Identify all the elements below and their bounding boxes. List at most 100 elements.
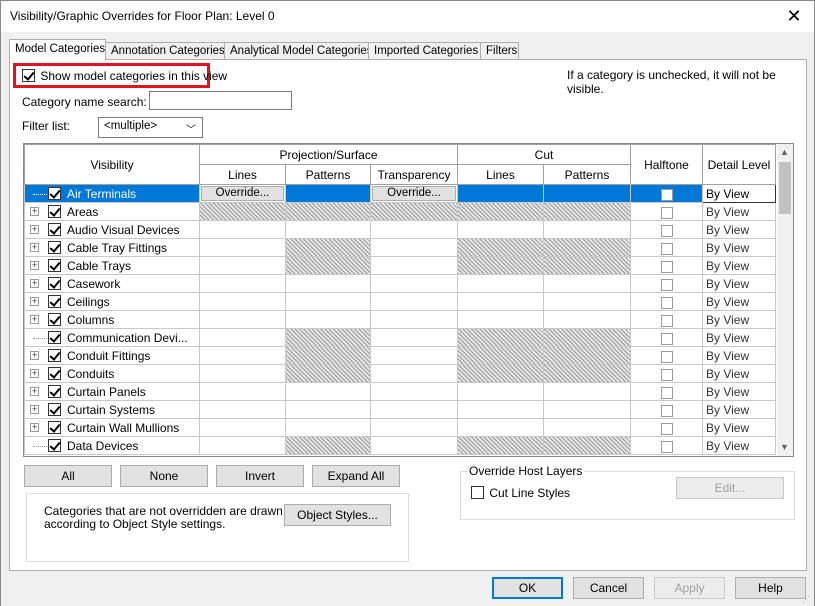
expand-icon[interactable]: +: [30, 369, 39, 378]
projection-lines-cell[interactable]: [199, 256, 286, 275]
expand-icon[interactable]: +: [30, 315, 39, 324]
table-row[interactable]: Communication Devi... By View: [24, 328, 776, 347]
cut-lines-cell[interactable]: [457, 220, 544, 239]
scroll-down-icon[interactable]: ▼: [780, 442, 789, 452]
tab-imported-categories[interactable]: Imported Categories: [368, 42, 481, 60]
projection-patterns-cell[interactable]: [285, 238, 371, 257]
table-row[interactable]: + Casework By View: [24, 274, 776, 293]
projection-patterns-cell[interactable]: [285, 256, 371, 275]
detail-level-cell[interactable]: By View: [702, 346, 776, 365]
projection-lines-cell[interactable]: [199, 364, 286, 383]
visibility-cell[interactable]: + Casework: [24, 274, 200, 293]
scrollbar-thumb[interactable]: [779, 162, 791, 214]
halftone-checkbox[interactable]: [660, 404, 673, 417]
halftone-cell[interactable]: [630, 346, 703, 365]
transparency-cell[interactable]: [370, 256, 458, 275]
transparency-cell[interactable]: [370, 292, 458, 311]
visibility-cell[interactable]: + Curtain Systems: [24, 400, 200, 419]
visibility-cell[interactable]: + Curtain Wall Mullions: [24, 418, 200, 437]
cut-lines-cell[interactable]: [457, 274, 544, 293]
table-row[interactable]: + Conduits By View: [24, 364, 776, 383]
halftone-cell[interactable]: [630, 328, 703, 347]
ok-button[interactable]: OK: [492, 577, 563, 599]
projection-patterns-cell[interactable]: [285, 346, 371, 365]
category-search-input[interactable]: [149, 91, 292, 110]
cut-lines-cell[interactable]: [457, 238, 544, 257]
expand-icon[interactable]: +: [30, 423, 39, 432]
cut-patterns-cell[interactable]: [543, 202, 631, 221]
halftone-checkbox[interactable]: [660, 224, 673, 237]
detail-level-cell[interactable]: By View: [702, 292, 776, 311]
detail-level-cell[interactable]: By View: [702, 382, 776, 401]
table-row[interactable]: Data Devices By View: [24, 436, 776, 455]
cut-lines-cell[interactable]: [457, 256, 544, 275]
projection-lines-cell[interactable]: [199, 274, 286, 293]
transparency-cell[interactable]: [370, 364, 458, 383]
detail-level-cell[interactable]: By View: [702, 184, 776, 203]
cut-patterns-cell[interactable]: [543, 400, 631, 419]
visibility-cell[interactable]: + Areas: [24, 202, 200, 221]
cut-line-styles-row[interactable]: Cut Line Styles: [471, 485, 570, 500]
cancel-button[interactable]: Cancel: [573, 577, 644, 599]
override-button[interactable]: Override...: [372, 186, 456, 201]
halftone-checkbox[interactable]: [660, 296, 673, 309]
halftone-cell[interactable]: [630, 292, 703, 311]
halftone-checkbox[interactable]: [660, 188, 673, 201]
table-row[interactable]: + Audio Visual Devices By View: [24, 220, 776, 239]
filter-list-select[interactable]: <multiple> ﹀: [98, 117, 203, 138]
transparency-cell[interactable]: [370, 328, 458, 347]
halftone-checkbox[interactable]: [660, 386, 673, 399]
expand-icon[interactable]: +: [30, 243, 39, 252]
edit-button[interactable]: Edit...: [676, 477, 784, 499]
cut-lines-cell[interactable]: [457, 436, 544, 455]
table-row[interactable]: + Areas By View: [24, 202, 776, 221]
transparency-cell[interactable]: [370, 310, 458, 329]
invert-button[interactable]: Invert: [216, 465, 304, 487]
projection-patterns-cell[interactable]: [285, 364, 371, 383]
projection-patterns-cell[interactable]: [285, 274, 371, 293]
transparency-cell[interactable]: [370, 418, 458, 437]
projection-patterns-cell[interactable]: [285, 310, 371, 329]
halftone-checkbox[interactable]: [660, 422, 673, 435]
cut-patterns-cell[interactable]: [543, 184, 631, 203]
expand-icon[interactable]: +: [30, 405, 39, 414]
category-visible-checkbox[interactable]: [48, 313, 61, 326]
projection-lines-cell[interactable]: [199, 238, 286, 257]
projection-lines-cell[interactable]: [199, 292, 286, 311]
category-visible-checkbox[interactable]: [48, 223, 61, 236]
halftone-cell[interactable]: [630, 220, 703, 239]
transparency-cell[interactable]: [370, 274, 458, 293]
scroll-up-icon[interactable]: ▲: [780, 147, 789, 157]
cut-lines-cell[interactable]: [457, 400, 544, 419]
transparency-cell[interactable]: [370, 382, 458, 401]
detail-level-cell[interactable]: By View: [702, 436, 776, 455]
expand-icon[interactable]: +: [30, 207, 39, 216]
projection-patterns-cell[interactable]: [285, 328, 371, 347]
halftone-checkbox[interactable]: [660, 278, 673, 291]
table-row[interactable]: + Curtain Wall Mullions By View: [24, 418, 776, 437]
category-visible-checkbox[interactable]: [48, 259, 61, 272]
visibility-cell[interactable]: + Cable Trays: [24, 256, 200, 275]
visibility-cell[interactable]: + Ceilings: [24, 292, 200, 311]
projection-patterns-cell[interactable]: [285, 184, 371, 203]
category-visible-checkbox[interactable]: [48, 421, 61, 434]
detail-level-cell[interactable]: By View: [702, 310, 776, 329]
expand-icon[interactable]: +: [30, 297, 39, 306]
cut-patterns-cell[interactable]: [543, 418, 631, 437]
projection-lines-cell[interactable]: [199, 328, 286, 347]
transparency-cell[interactable]: Override...: [370, 184, 458, 203]
projection-lines-cell[interactable]: [199, 220, 286, 239]
halftone-cell[interactable]: [630, 382, 703, 401]
detail-level-cell[interactable]: By View: [702, 328, 776, 347]
detail-level-cell[interactable]: By View: [702, 220, 776, 239]
halftone-cell[interactable]: [630, 436, 703, 455]
detail-level-cell[interactable]: By View: [702, 400, 776, 419]
cut-lines-cell[interactable]: [457, 418, 544, 437]
cut-lines-cell[interactable]: [457, 346, 544, 365]
visibility-cell[interactable]: + Cable Tray Fittings: [24, 238, 200, 257]
tab-analytical-model-categories[interactable]: Analytical Model Categories: [224, 42, 373, 60]
halftone-cell[interactable]: [630, 310, 703, 329]
detail-level-cell[interactable]: By View: [702, 364, 776, 383]
category-visible-checkbox[interactable]: [48, 205, 61, 218]
header-halftone[interactable]: Halftone: [630, 144, 703, 185]
